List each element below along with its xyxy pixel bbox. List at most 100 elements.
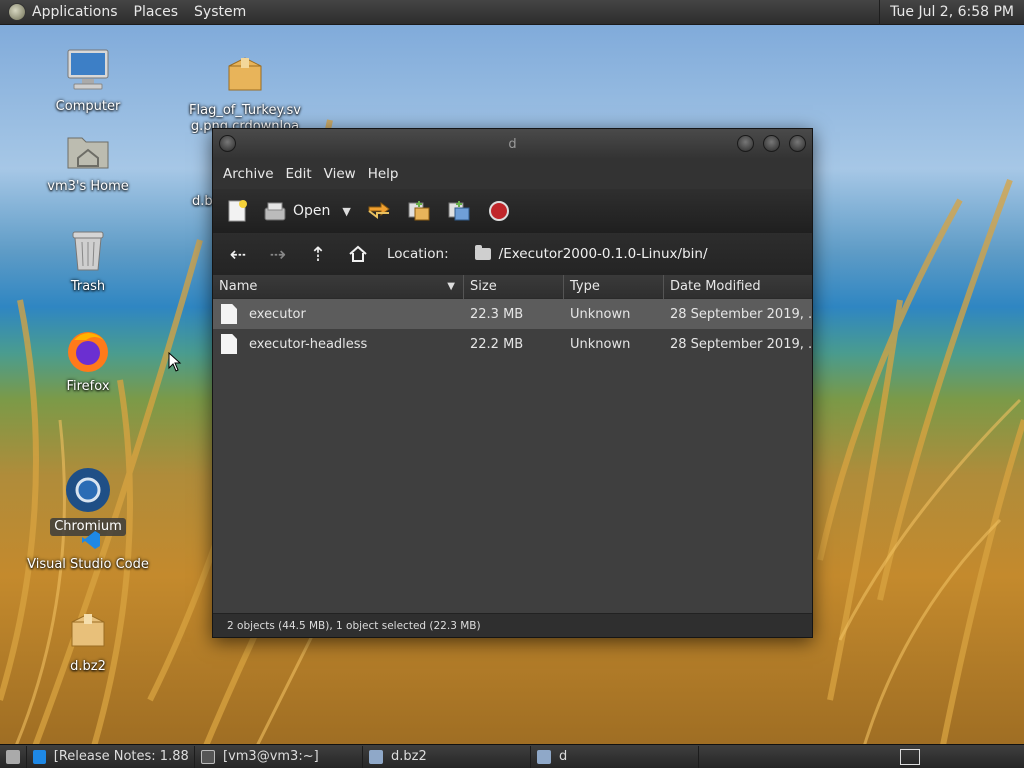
- package-icon: [221, 50, 269, 98]
- file-date: 28 September 2019, ...: [670, 306, 812, 322]
- menu-applications[interactable]: Applications: [24, 4, 126, 20]
- computer-icon: [64, 46, 112, 94]
- file-name: executor: [249, 306, 306, 322]
- bottom-taskbar: [Release Notes: 1.88... [vm3@vm3:~] d.bz…: [0, 744, 1024, 768]
- file-date: 28 September 2019, ...: [670, 336, 812, 352]
- window-menu-button[interactable]: [219, 135, 236, 152]
- show-desktop-launcher[interactable]: [0, 745, 27, 768]
- desktop-icon-vscode[interactable]: Visual Studio Code: [23, 530, 153, 574]
- window-titlebar[interactable]: d: [213, 129, 812, 159]
- chromium-icon: [64, 466, 112, 514]
- location-path-text: /Executor2000-0.1.0-Linux/bin/: [498, 246, 708, 262]
- file-name: executor-headless: [249, 336, 368, 352]
- column-header-name[interactable]: Name ▼: [213, 275, 464, 299]
- stop-icon: [488, 201, 509, 221]
- chevron-down-icon[interactable]: ▼: [342, 205, 350, 218]
- desktop-icon-chromium[interactable]: Chromium: [23, 466, 153, 536]
- arrow-up-icon: ⇡: [309, 242, 327, 266]
- location-path[interactable]: /Executor2000-0.1.0-Linux/bin/: [474, 245, 708, 262]
- terminal-icon: [201, 749, 215, 764]
- arrow-right-icon: ⇢: [269, 242, 287, 266]
- up-button[interactable]: ⇡: [303, 239, 333, 269]
- desktop-icon-flag-download[interactable]: Flag_of_Turkey.svg.png.crdownload: [180, 50, 310, 134]
- open-button[interactable]: Open ▼: [263, 200, 351, 222]
- column-headers: Name ▼ Size Type Date Modified: [213, 275, 812, 299]
- table-row[interactable]: executor 22.3 MB Unknown 28 September 20…: [213, 299, 812, 329]
- desktop-icon-partial[interactable]: d.b: [128, 194, 213, 210]
- extract-button[interactable]: [365, 197, 393, 225]
- add-files-button[interactable]: [405, 197, 433, 225]
- window-title: d: [508, 136, 517, 152]
- new-archive-button[interactable]: [223, 197, 251, 225]
- column-header-label: Type: [570, 279, 600, 294]
- menubar: Archive Edit View Help: [213, 159, 812, 189]
- desktop-icon: [6, 749, 20, 764]
- task-terminal[interactable]: [vm3@vm3:~]: [195, 745, 363, 768]
- menu-places[interactable]: Places: [126, 4, 187, 20]
- desktop-icon-computer[interactable]: Computer: [23, 46, 153, 116]
- add-files-icon: [408, 201, 430, 221]
- stop-button[interactable]: [485, 197, 513, 225]
- task-release-notes[interactable]: [Release Notes: 1.88...: [27, 745, 195, 768]
- home-button[interactable]: [343, 239, 373, 269]
- close-button[interactable]: [789, 135, 806, 152]
- minimize-button[interactable]: [737, 135, 754, 152]
- menu-edit[interactable]: Edit: [280, 166, 318, 182]
- add-folder-icon: [448, 201, 470, 221]
- desktop-icon-trash[interactable]: Trash: [23, 226, 153, 296]
- home-folder-icon: [64, 126, 112, 174]
- desktop-icon-dbz2[interactable]: d.bz2: [23, 606, 153, 676]
- desktop-icon-home[interactable]: vm3's Home: [23, 126, 153, 196]
- package-icon: [64, 606, 112, 654]
- open-archive-icon: [264, 202, 286, 221]
- task-dbz2[interactable]: d.bz2: [363, 745, 531, 768]
- column-header-size[interactable]: Size: [464, 275, 564, 299]
- desktop-icon-label: Visual Studio Code: [27, 557, 149, 572]
- file-icon: [221, 334, 237, 354]
- trash-icon: [64, 226, 112, 274]
- workspace-switcher[interactable]: [900, 748, 920, 765]
- maximize-button[interactable]: [763, 135, 780, 152]
- menu-help[interactable]: Help: [362, 166, 405, 182]
- mouse-pointer-icon: [168, 352, 182, 372]
- forward-button[interactable]: ⇢: [263, 239, 293, 269]
- folder-icon: [474, 245, 491, 260]
- firefox-icon: [64, 326, 112, 374]
- back-button[interactable]: ⇠: [223, 239, 253, 269]
- task-label: [Release Notes: 1.88...: [53, 749, 188, 764]
- menu-system[interactable]: System: [186, 4, 254, 20]
- archive-manager-window: d Archive Edit View Help Open ▼ ⇠ ⇢ ⇡ Lo…: [212, 128, 813, 638]
- location-label: Location:: [387, 246, 449, 262]
- table-row[interactable]: executor-headless 22.2 MB Unknown 28 Sep…: [213, 329, 812, 359]
- menu-view[interactable]: View: [318, 166, 362, 182]
- menu-archive[interactable]: Archive: [217, 166, 280, 182]
- arrow-left-icon: ⇠: [229, 242, 247, 266]
- desktop-icon-label: Computer: [55, 99, 121, 114]
- task-label: d: [559, 749, 568, 764]
- archive-icon: [369, 749, 383, 764]
- desktop-icon-firefox[interactable]: Firefox: [23, 326, 153, 396]
- file-size: 22.3 MB: [470, 306, 524, 322]
- file-list: Name ▼ Size Type Date Modified executor …: [213, 275, 812, 613]
- column-header-label: Date Modified: [670, 279, 761, 294]
- location-bar: ⇠ ⇢ ⇡ Location: /Executor2000-0.1.0-Linu…: [213, 233, 812, 275]
- task-label: [vm3@vm3:~]: [223, 749, 319, 764]
- desktop-icon-label: Trash: [70, 279, 106, 294]
- panel-menus: Applications Places System: [24, 0, 254, 25]
- sort-descending-icon: ▼: [447, 281, 455, 292]
- desktop-icon-label: d.b: [192, 194, 213, 209]
- column-header-type[interactable]: Type: [564, 275, 664, 299]
- archive-icon: [537, 749, 551, 764]
- column-header-label: Size: [470, 279, 497, 294]
- vscode-icon: [33, 749, 46, 764]
- desktop-icon-label: vm3's Home: [47, 179, 129, 194]
- extract-icon: [368, 202, 390, 219]
- panel-clock[interactable]: Tue Jul 2, 6:58 PM: [879, 0, 1024, 25]
- task-d[interactable]: d: [531, 745, 699, 768]
- vscode-icon: [81, 530, 101, 550]
- column-header-label: Name: [219, 279, 258, 294]
- column-header-date[interactable]: Date Modified: [664, 275, 812, 299]
- add-folder-button[interactable]: [445, 197, 473, 225]
- file-icon: [221, 304, 237, 324]
- file-type: Unknown: [570, 306, 631, 322]
